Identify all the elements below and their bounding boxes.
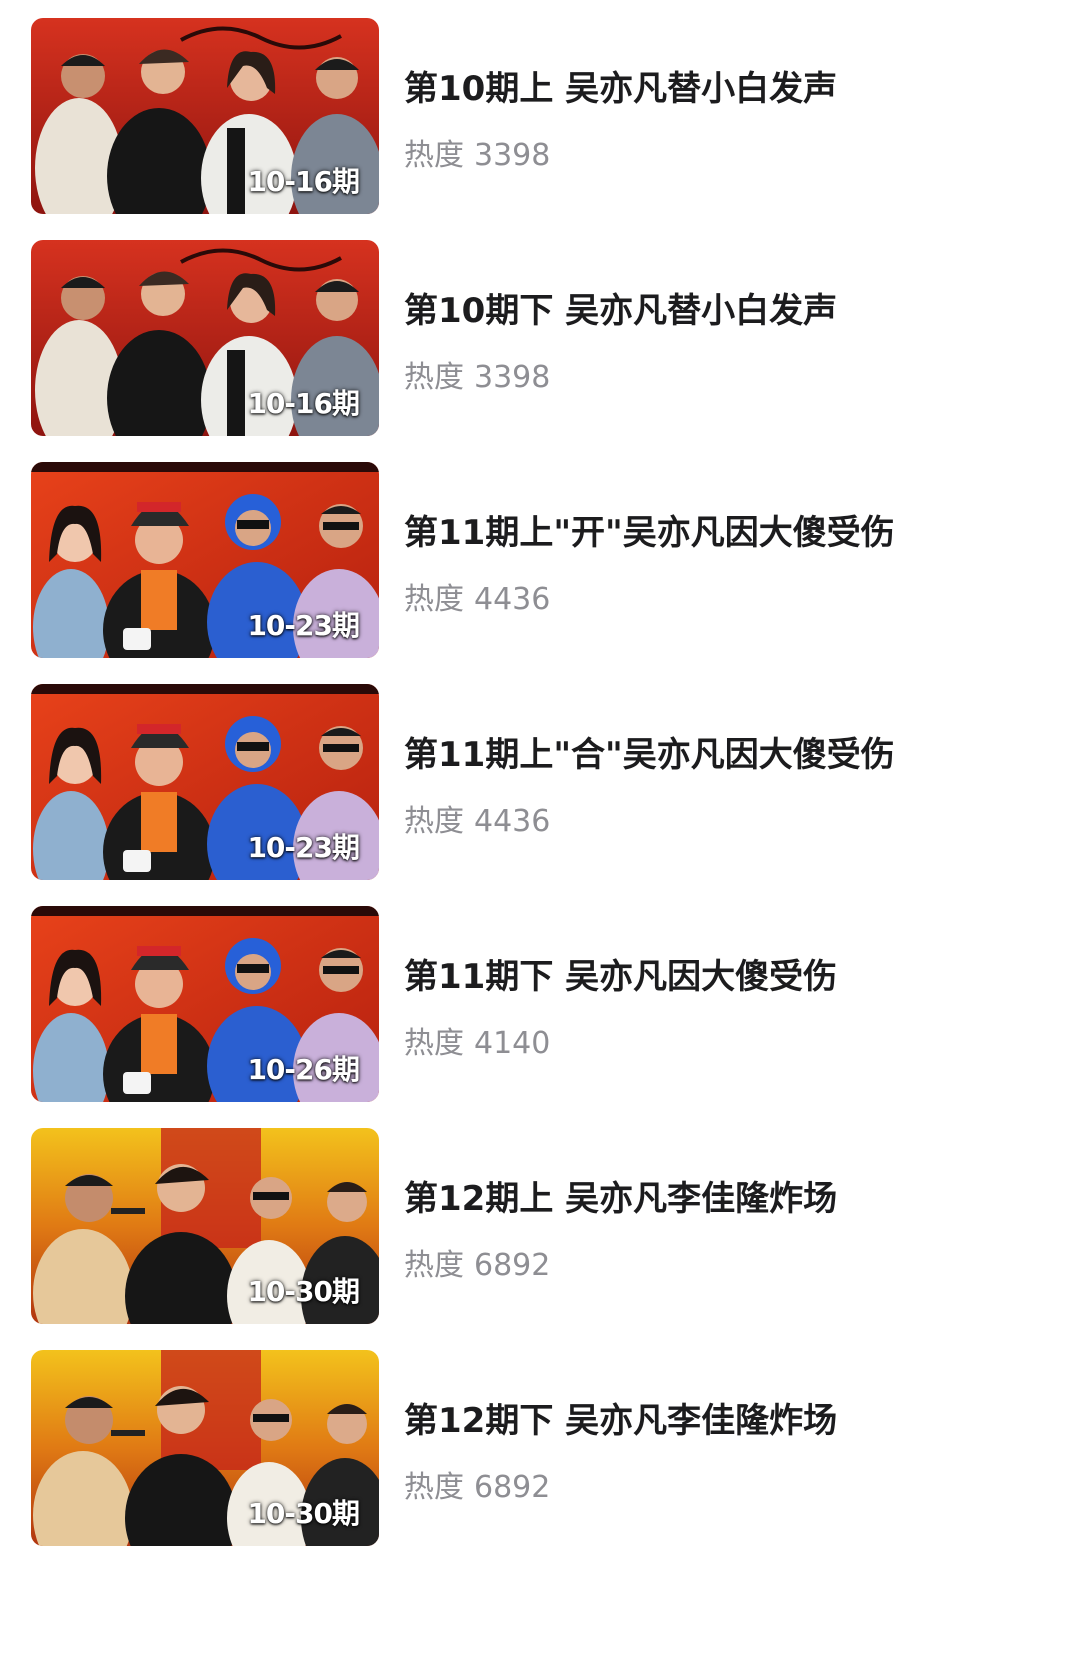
episode-item[interactable]: 10-16期 第10期下 吴亦凡替小白发声 热度 3398	[0, 240, 1080, 440]
heat-label: 热度	[404, 804, 464, 839]
episode-date-overlay: 10-23期	[247, 609, 360, 642]
episode-heat: 热度 3398	[404, 352, 550, 396]
heat-label: 热度	[404, 360, 464, 395]
episode-heat: 热度 4140	[404, 1018, 550, 1062]
episode-thumbnail[interactable]: 10-23期	[31, 684, 379, 880]
episode-heat: 热度 6892	[404, 1462, 550, 1506]
episode-title[interactable]: 第10期上 吴亦凡替小白发声	[404, 61, 1044, 110]
episode-date-overlay: 10-26期	[247, 1053, 360, 1086]
heat-value: 4436	[474, 582, 551, 617]
episode-thumbnail[interactable]: 10-16期	[31, 240, 379, 436]
episode-heat: 热度 3398	[404, 130, 550, 174]
episode-title[interactable]: 第10期下 吴亦凡替小白发声	[404, 283, 1044, 332]
heat-label: 热度	[404, 1026, 464, 1061]
episode-heat: 热度 6892	[404, 1240, 550, 1284]
episode-list: 10-16期 第10期上 吴亦凡替小白发声 热度 3398 10-16期 第10…	[0, 0, 1080, 1656]
episode-thumbnail[interactable]: 10-26期	[31, 906, 379, 1102]
episode-title[interactable]: 第12期上 吴亦凡李佳隆炸场	[404, 1171, 1044, 1220]
episode-thumbnail[interactable]: 10-16期	[31, 18, 379, 214]
episode-thumbnail[interactable]: 10-30期	[31, 1350, 379, 1546]
episode-date-overlay: 10-30期	[247, 1275, 360, 1308]
heat-label: 热度	[404, 582, 464, 617]
episode-title[interactable]: 第11期上"合"吴亦凡因大傻受伤	[404, 727, 1044, 776]
episode-date-overlay: 10-23期	[247, 831, 360, 864]
heat-value: 4140	[474, 1026, 551, 1061]
episode-item[interactable]: 10-30期 第12期上 吴亦凡李佳隆炸场 热度 6892	[0, 1128, 1080, 1328]
heat-label: 热度	[404, 1248, 464, 1283]
episode-heat: 热度 4436	[404, 574, 550, 618]
episode-date-overlay: 10-16期	[247, 165, 360, 198]
heat-value: 6892	[474, 1248, 551, 1283]
heat-label: 热度	[404, 138, 464, 173]
episode-item[interactable]: 10-26期 第11期下 吴亦凡因大傻受伤 热度 4140	[0, 906, 1080, 1106]
episode-item[interactable]: 10-30期 第12期下 吴亦凡李佳隆炸场 热度 6892	[0, 1350, 1080, 1550]
episode-item[interactable]: 10-16期 第10期上 吴亦凡替小白发声 热度 3398	[0, 18, 1080, 218]
episode-title[interactable]: 第11期下 吴亦凡因大傻受伤	[404, 949, 1044, 998]
episode-date-overlay: 10-16期	[247, 387, 360, 420]
episode-thumbnail[interactable]: 10-23期	[31, 462, 379, 658]
episode-title[interactable]: 第11期上"开"吴亦凡因大傻受伤	[404, 505, 1044, 554]
episode-thumbnail[interactable]: 10-30期	[31, 1128, 379, 1324]
episode-heat: 热度 4436	[404, 796, 550, 840]
heat-value: 4436	[474, 804, 551, 839]
heat-value: 3398	[474, 360, 551, 395]
heat-label: 热度	[404, 1470, 464, 1505]
episode-item[interactable]: 10-23期 第11期上"合"吴亦凡因大傻受伤 热度 4436	[0, 684, 1080, 884]
episode-item[interactable]: 10-23期 第11期上"开"吴亦凡因大傻受伤 热度 4436	[0, 462, 1080, 662]
heat-value: 3398	[474, 138, 551, 173]
heat-value: 6892	[474, 1470, 551, 1505]
episode-date-overlay: 10-30期	[247, 1497, 360, 1530]
episode-title[interactable]: 第12期下 吴亦凡李佳隆炸场	[404, 1393, 1044, 1442]
